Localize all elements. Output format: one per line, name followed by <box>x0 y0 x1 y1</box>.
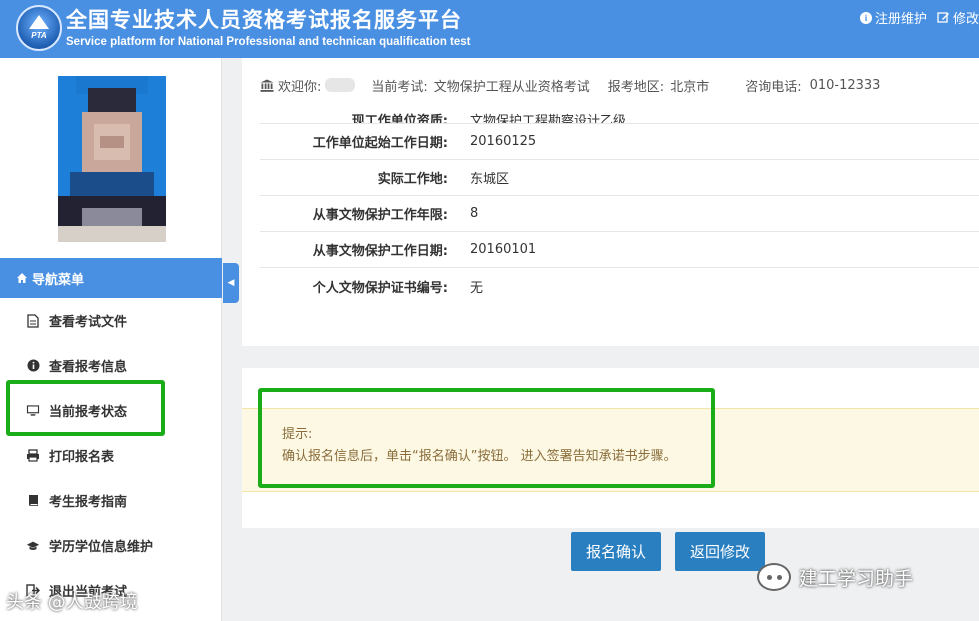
nav-menu-title: 导航菜单 <box>32 272 85 288</box>
modify-label: 修改 <box>952 12 979 27</box>
info-panel: 现工作单位资质: 文物保护工程勘察设计乙级 工作单位起始工作日期: 201601… <box>242 58 979 346</box>
detail-row: 个人文物保护证书编号: 无 <box>260 268 979 304</box>
phone-label: 咨询电话: <box>745 79 802 95</box>
watermark-right-text: 建工学习助手 <box>799 567 914 590</box>
site-subtitle: Service platform for National Profession… <box>66 36 471 48</box>
nav-item-print-form[interactable]: 打印报名表 <box>0 433 222 478</box>
detail-label: 从事文物保护工作年限: <box>312 208 448 223</box>
detail-label: 现工作单位资质: <box>351 114 448 124</box>
tip-panel: 提示: 确认报名信息后，单击“报名确认”按钮。 进入签署告知承诺书步骤。 <box>242 368 979 528</box>
graduation-cap-icon <box>26 539 40 553</box>
nav-item-degree-info[interactable]: 学历学位信息维护 <box>0 523 222 568</box>
user-name-blurred <box>325 78 356 92</box>
detail-value: 8 <box>470 206 479 221</box>
detail-label: 工作单位起始工作日期: <box>312 136 448 151</box>
detail-row: 从事文物保护工作年限: 8 <box>260 196 979 232</box>
region-value: 北京市 <box>670 79 710 95</box>
greeting-label: 欢迎你: <box>278 79 322 95</box>
detail-value: 东城区 <box>470 172 510 187</box>
detail-label: 个人文物保护证书编号: <box>312 280 448 296</box>
confirm-registration-button[interactable]: 报名确认 <box>571 532 661 571</box>
edit-icon <box>937 12 949 23</box>
sidebar: 导航菜单 查看考试文件 查看报考信息 当前报考状态 打印报名表 考生报考指南 学… <box>0 58 222 621</box>
nav-item-exam-files[interactable]: 查看考试文件 <box>0 298 222 343</box>
print-icon <box>26 449 40 463</box>
detail-row: 工作单位起始工作日期: 20160125 <box>260 124 979 160</box>
top-header: PTA 全国专业技术人员资格考试报名服务平台 Service platform … <box>0 0 979 58</box>
info-icon <box>26 359 40 373</box>
nav-item-label: 打印报名表 <box>49 450 115 465</box>
register-maintain-link[interactable]: i 注册维护 <box>859 8 927 27</box>
file-icon <box>26 313 40 328</box>
exam-label: 当前考试: <box>371 79 428 95</box>
welcome-bar: 欢迎你: 当前考试: 文物保护工程从业资格考试 报考地区: 北京市 咨询电话: … <box>260 74 881 96</box>
bank-icon <box>260 79 274 92</box>
wechat-icon <box>757 563 791 591</box>
avatar-photo <box>58 76 166 242</box>
info-circle-icon: i <box>859 11 872 24</box>
nav-highlight-box <box>6 380 165 436</box>
nav-item-label: 考生报考指南 <box>49 495 128 510</box>
detail-row: 现工作单位资质: 文物保护工程勘察设计乙级 <box>260 100 979 124</box>
detail-value: 20160101 <box>470 242 537 257</box>
header-links: i 注册维护 修改 <box>859 8 979 27</box>
nav-menu-header: 导航菜单 <box>0 258 222 298</box>
mountain-icon <box>29 15 49 29</box>
site-title: 全国专业技术人员资格考试报名服务平台 <box>66 8 462 32</box>
tip-highlight-box <box>258 388 715 488</box>
detail-value: 文物保护工程勘察设计乙级 <box>470 114 627 124</box>
main-content: 现工作单位资质: 文物保护工程勘察设计乙级 工作单位起始工作日期: 201601… <box>242 58 979 621</box>
nav-item-label: 查看报考信息 <box>49 360 128 375</box>
region-label: 报考地区: <box>607 79 665 95</box>
logo-text: PTA <box>31 31 47 40</box>
book-icon <box>26 494 40 508</box>
detail-value: 无 <box>470 280 484 296</box>
home-icon <box>17 273 27 283</box>
detail-label: 实际工作地: <box>377 172 448 187</box>
nav-list: 查看考试文件 查看报考信息 当前报考状态 打印报名表 考生报考指南 学历学位信息… <box>0 298 222 613</box>
watermark-left: 头条 @人鼓跨境 <box>6 592 138 613</box>
register-maintain-label: 注册维护 <box>874 12 927 27</box>
detail-row: 从事文物保护工作日期: 20160101 <box>260 232 979 268</box>
detail-table: 现工作单位资质: 文物保护工程勘察设计乙级 工作单位起始工作日期: 201601… <box>260 100 979 304</box>
modify-link[interactable]: 修改 <box>937 8 979 27</box>
detail-label: 从事文物保护工作日期: <box>312 244 448 259</box>
detail-value: 20160125 <box>470 134 537 149</box>
nav-item-guide[interactable]: 考生报考指南 <box>0 478 222 523</box>
chevron-left-icon: ◀ <box>227 278 235 288</box>
nav-item-label: 学历学位信息维护 <box>49 540 154 555</box>
detail-row: 实际工作地: 东城区 <box>260 160 979 196</box>
phone-value: 010-12333 <box>809 77 881 93</box>
pta-logo: PTA <box>16 5 62 51</box>
nav-item-label: 查看考试文件 <box>49 315 128 330</box>
sidebar-collapse-toggle[interactable]: ◀ <box>223 263 239 303</box>
return-modify-button[interactable]: 返回修改 <box>675 532 765 571</box>
exam-value: 文物保护工程从业资格考试 <box>433 79 590 95</box>
watermark-right: 建工学习助手 <box>757 563 913 591</box>
